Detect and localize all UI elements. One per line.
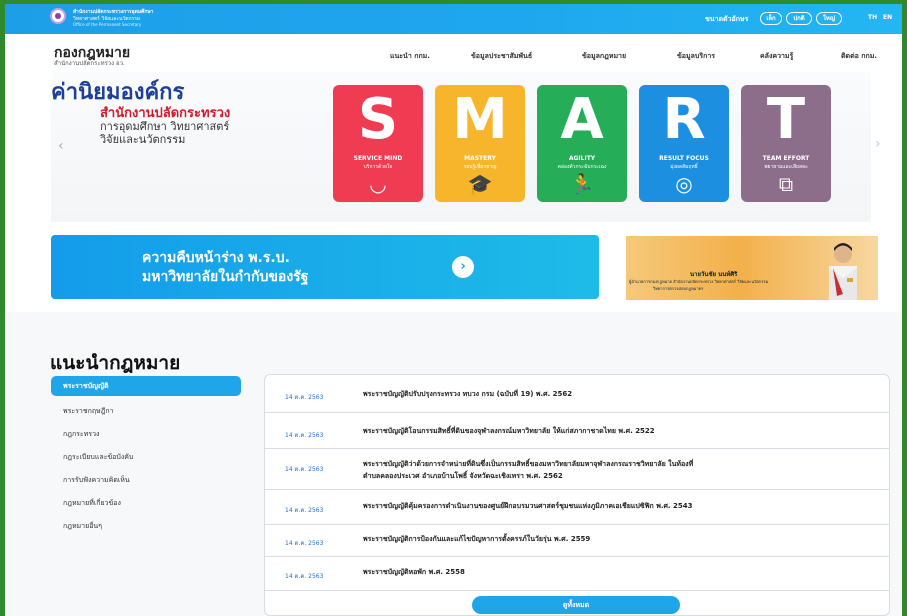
- card-title: RESULT FOCUS: [659, 155, 709, 162]
- value-card-t: T TEAM EFFORT พยายามและเสียสละ ⧉: [741, 85, 831, 202]
- bill-progress-banner[interactable]: [51, 235, 599, 299]
- list-item-date: 14 ต.ค. 2563: [285, 432, 324, 439]
- carousel-next-icon[interactable]: ›: [875, 136, 881, 152]
- list-item-date: 14 ต.ค. 2563: [285, 573, 324, 580]
- list-item-date: 14 ต.ค. 2563: [285, 394, 324, 401]
- list-item-date: 14 ต.ค. 2563: [285, 540, 324, 547]
- card-letter: A: [560, 87, 604, 152]
- sidebar-item-related-laws[interactable]: กฎหมายที่เกี่ยวข้อง: [51, 493, 241, 513]
- value-card-r: R RESULT FOCUS มุ่งผลสัมฤทธิ์ ◎: [639, 85, 729, 202]
- banner-line-2: มหาวิทยาลัยในกำกับของรัฐ: [142, 269, 309, 285]
- sidebar-item-acts[interactable]: พระราชบัญญัติ: [51, 376, 241, 396]
- list-item-title[interactable]: พระราชบัญญัติการป้องกันและแก้ไขปัญหาการต…: [363, 534, 590, 545]
- hero-line-3: วิจัยและนวัตกรรม: [100, 133, 186, 146]
- list-item[interactable]: 14 ต.ค. 2563 พระราชบัญญัติหอพัก พ.ศ. 255…: [264, 557, 890, 591]
- list-item[interactable]: 14 ต.ค. 2563 พระราชบัญญัติปรับปรุงกระทรว…: [264, 375, 890, 413]
- list-item-date: 14 ต.ค. 2563: [285, 466, 324, 473]
- card-letter: R: [662, 87, 706, 152]
- list-item-date: 14 ต.ค. 2563: [285, 507, 324, 514]
- nav-services[interactable]: ข้อมูลบริการ: [677, 51, 715, 62]
- card-letter: T: [766, 87, 806, 152]
- director-position: ผู้อำนวยการกองกฎหมาย สำนักงานปลัดกระทรวง…: [629, 279, 769, 284]
- nav-news[interactable]: ข้อมูลประชาสัมพันธ์: [471, 51, 532, 62]
- card-desc: พยายามและเสียสละ: [764, 164, 808, 170]
- list-item[interactable]: 14 ต.ค. 2563 พระราชบัญญัติว่าด้วยการจำหน…: [264, 449, 890, 490]
- font-size-label: ขนาดตัวอักษร: [705, 15, 749, 23]
- nav-law-info[interactable]: ข้อมูลกฎหมาย: [582, 51, 626, 62]
- card-desc: มุ่งผลสัมฤทธิ์: [670, 164, 698, 170]
- sidebar-item-ministerial-regulations[interactable]: กฎกระทรวง: [51, 424, 241, 444]
- font-small-button[interactable]: เล็ก: [760, 12, 782, 25]
- carousel-prev-icon[interactable]: ‹: [58, 138, 64, 154]
- sidebar-item-royal-decrees[interactable]: พระราชกฤษฎีกา: [51, 401, 241, 421]
- value-card-a: A AGILITY คล่องตัวกระฉับกระเฉง 🏃: [537, 85, 627, 202]
- runner-icon: 🏃: [569, 172, 595, 196]
- smile-icon: ◡: [369, 172, 387, 196]
- lang-th-button[interactable]: TH: [868, 14, 877, 21]
- org-name-en: Office of the Permanent Secretary: [73, 22, 142, 27]
- card-desc: บริการด้วยใจ: [363, 164, 393, 170]
- target-icon: ◎: [675, 172, 693, 196]
- director-position-2: วิทยาการตรวจสอบกฎหมายฯ: [653, 286, 704, 291]
- sidebar-item-other-laws[interactable]: กฎหมายอื่นๆ: [51, 516, 241, 536]
- puzzle-icon: ⧉: [778, 172, 794, 196]
- list-item[interactable]: 14 ต.ค. 2563 พระราชบัญญัติคุ้มครองการดำเ…: [264, 490, 890, 525]
- nav-contact[interactable]: ติดต่อ กกม.: [841, 51, 877, 62]
- chevron-right-icon[interactable]: ›: [452, 256, 474, 278]
- card-title: SERVICE MIND: [353, 155, 403, 162]
- section-title: แนะนำกฎหมาย: [50, 352, 181, 374]
- value-card-m: M MASTERY รอบรู้เชี่ยวชาญ 🎓: [435, 85, 525, 202]
- list-item-title[interactable]: พระราชบัญญัติโอนกรรมสิทธิ์ที่ดินของจุฬาล…: [363, 426, 655, 437]
- list-item-title[interactable]: พระราชบัญญัติปรับปรุงกระทรวง ทบวง กรม (ฉ…: [363, 389, 572, 400]
- font-normal-button[interactable]: ปกติ: [786, 12, 812, 25]
- list-item-title[interactable]: พระราชบัญญัติว่าด้วยการจำหน่ายที่ดินซึ่ง…: [363, 459, 693, 470]
- browser-viewport: สำนักงานปลัดกระทรวงการอุดมศึกษา วิทยาศาส…: [5, 4, 902, 616]
- sidebar-item-public-hearing[interactable]: การรับฟังความคิดเห็น: [51, 470, 241, 490]
- graduation-cap-icon: 🎓: [467, 172, 493, 196]
- sidebar-item-rules[interactable]: กฎระเบียบและข้อบังคับ: [51, 447, 241, 467]
- card-desc: รอบรู้เชี่ยวชาญ: [463, 164, 497, 170]
- list-item[interactable]: 14 ต.ค. 2563 พระราชบัญญัติโอนกรรมสิทธิ์ท…: [264, 413, 890, 449]
- director-portrait: [829, 243, 857, 300]
- card-letter: M: [452, 87, 508, 152]
- nav-about[interactable]: แนะนำ กกม.: [390, 51, 430, 62]
- ministry-seal-logo[interactable]: [50, 8, 66, 24]
- card-desc: คล่องตัวกระฉับกระเฉง: [557, 164, 607, 170]
- list-item-title[interactable]: พระราชบัญญัติหอพัก พ.ศ. 2558: [363, 567, 465, 578]
- font-large-button[interactable]: ใหญ่: [816, 12, 842, 25]
- card-title: AGILITY: [568, 155, 596, 162]
- card-title: TEAM EFFORT: [762, 155, 810, 162]
- card-letter: S: [357, 87, 399, 152]
- list-item[interactable]: 14 ต.ค. 2563 พระราชบัญญัติการป้องกันและแ…: [264, 525, 890, 557]
- value-card-s: S SERVICE MIND บริการด้วยใจ ◡: [333, 85, 423, 202]
- lang-en-button[interactable]: EN: [883, 14, 892, 21]
- site-brand-subtitle: สำนักงานปลัดกระทรวง อว.: [54, 60, 125, 67]
- view-all-button[interactable]: ดูทั้งหมด: [472, 596, 680, 614]
- list-item-title[interactable]: พระราชบัญญัติคุ้มครองการดำเนินงานของศูนย…: [363, 501, 693, 512]
- list-item-title-line2[interactable]: ตำบลคลองประเวศ อำเภอบ้านโพธิ์ จังหวัดฉะเ…: [363, 471, 563, 482]
- card-title: MASTERY: [464, 155, 496, 162]
- nav-knowledge[interactable]: คลังความรู้: [760, 51, 793, 62]
